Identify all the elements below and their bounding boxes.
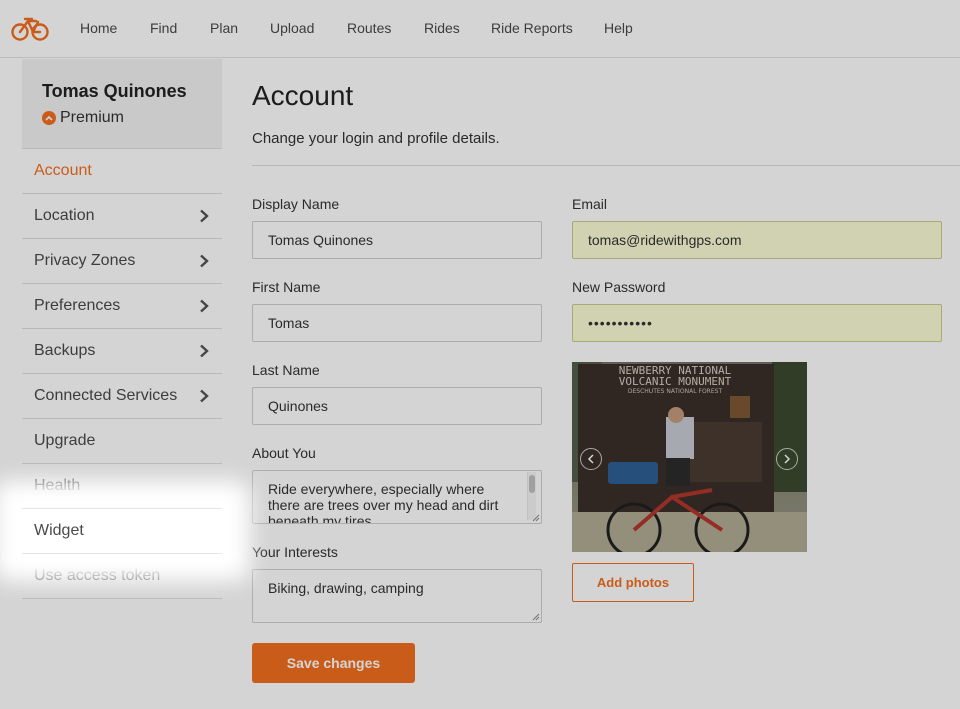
chevron-right-icon bbox=[784, 454, 791, 464]
premium-badge: Premium bbox=[42, 109, 124, 127]
resize-grip-icon[interactable] bbox=[530, 512, 540, 522]
save-changes-button[interactable]: Save changes bbox=[252, 643, 415, 683]
display-name-input[interactable] bbox=[252, 221, 542, 259]
bicycle-logo-icon[interactable] bbox=[11, 13, 49, 43]
new-password-label: New Password bbox=[572, 279, 666, 295]
sign-line-3: DESCHUTES NATIONAL FOREST bbox=[628, 388, 723, 395]
email-input[interactable] bbox=[572, 221, 942, 259]
scrollbar-thumb[interactable] bbox=[529, 475, 535, 493]
sidebar-item-upgrade[interactable]: Upgrade bbox=[22, 419, 222, 464]
about-you-textarea[interactable]: Ride everywhere, especially where there … bbox=[252, 470, 542, 524]
chevron-right-icon bbox=[200, 389, 209, 403]
divider bbox=[22, 553, 222, 554]
about-you-label: About You bbox=[252, 445, 316, 461]
top-navigation: Home Find Plan Upload Routes Rides Ride … bbox=[0, 0, 960, 58]
sidebar-item-location[interactable]: Location bbox=[22, 194, 222, 239]
sidebar-item-use-access-token[interactable]: Use access token bbox=[22, 554, 222, 599]
sidebar-item-label: Connected Services bbox=[34, 387, 178, 404]
nav-plan[interactable]: Plan bbox=[210, 20, 238, 36]
sidebar-user-card: Tomas Quinones Premium bbox=[22, 59, 222, 149]
sidebar-item-account[interactable]: Account bbox=[22, 149, 222, 194]
new-password-input[interactable] bbox=[572, 304, 942, 342]
last-name-input[interactable] bbox=[252, 387, 542, 425]
sidebar-item-label: Privacy Zones bbox=[34, 252, 136, 269]
chevron-right-icon bbox=[200, 344, 209, 358]
sidebar-item-backups[interactable]: Backups bbox=[22, 329, 222, 374]
sidebar-item-label: Preferences bbox=[34, 297, 121, 314]
sidebar-item-label: Widget bbox=[34, 522, 84, 539]
email-label: Email bbox=[572, 196, 608, 212]
sign-line-2: VOLCANIC MONUMENT bbox=[619, 375, 732, 388]
chevron-left-icon bbox=[587, 454, 594, 464]
chevron-right-icon bbox=[200, 209, 209, 223]
page-title: Account bbox=[252, 80, 354, 111]
sidebar-item-privacy-zones[interactable]: Privacy Zones bbox=[22, 239, 222, 284]
first-name-label: First Name bbox=[252, 279, 321, 295]
sidebar-item-label: Health bbox=[34, 477, 81, 494]
sidebar-item-label: Account bbox=[34, 162, 92, 179]
chevron-right-icon bbox=[200, 254, 209, 268]
chevron-right-icon bbox=[200, 299, 209, 313]
nav-ride-reports[interactable]: Ride Reports bbox=[491, 20, 573, 36]
nav-help[interactable]: Help bbox=[604, 20, 633, 36]
add-photos-button[interactable]: Add photos bbox=[572, 563, 694, 602]
sidebar-item-connected-services[interactable]: Connected Services bbox=[22, 374, 222, 419]
sidebar-item-label: Backups bbox=[34, 342, 96, 359]
resize-grip-icon[interactable] bbox=[530, 611, 540, 621]
user-name: Tomas Quinones bbox=[42, 81, 187, 101]
profile-photo-image: NEWBERRY NATIONAL VOLCANIC MONUMENT DESC… bbox=[572, 362, 807, 552]
nav-upload[interactable]: Upload bbox=[270, 20, 314, 36]
interests-textarea[interactable]: Biking, drawing, camping bbox=[252, 569, 542, 623]
nav-find[interactable]: Find bbox=[150, 20, 177, 36]
sidebar-item-label: Upgrade bbox=[34, 432, 96, 449]
last-name-label: Last Name bbox=[252, 362, 320, 378]
sidebar-item-widget[interactable]: Widget bbox=[16, 503, 228, 559]
nav-home[interactable]: Home bbox=[80, 20, 117, 36]
section-divider bbox=[252, 165, 960, 166]
sidebar-item-label: Location bbox=[34, 207, 95, 224]
nav-rides[interactable]: Rides bbox=[424, 20, 460, 36]
display-name-label: Display Name bbox=[252, 196, 340, 212]
photo-prev-button[interactable] bbox=[580, 448, 602, 470]
premium-chevron-up-icon bbox=[42, 111, 56, 125]
sidebar-item-label: Use access token bbox=[34, 567, 161, 584]
nav-routes[interactable]: Routes bbox=[347, 20, 391, 36]
divider bbox=[22, 508, 222, 509]
premium-label: Premium bbox=[60, 109, 125, 126]
profile-photo: NEWBERRY NATIONAL VOLCANIC MONUMENT DESC… bbox=[572, 362, 807, 552]
interests-label: Your Interests bbox=[252, 544, 338, 560]
sidebar-item-preferences[interactable]: Preferences bbox=[22, 284, 222, 329]
photo-next-button[interactable] bbox=[776, 448, 798, 470]
page-subtitle: Change your login and profile details. bbox=[252, 130, 500, 147]
first-name-input[interactable] bbox=[252, 304, 542, 342]
